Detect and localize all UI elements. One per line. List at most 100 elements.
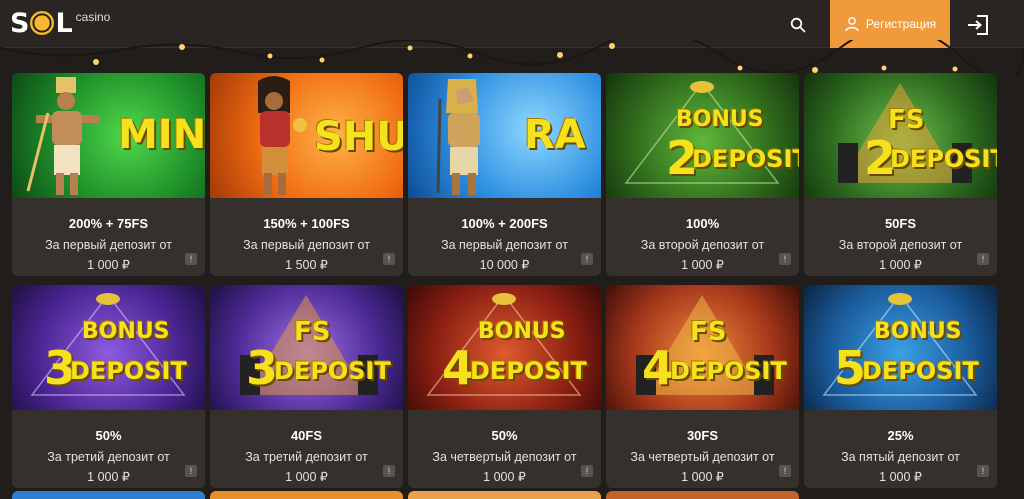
login-button[interactable] <box>960 10 996 40</box>
card-subtitle: За второй депозит от <box>838 238 963 252</box>
bonus-card[interactable]: FS 3 DEPOSIT 40FS За третий депозит от 1… <box>210 285 403 488</box>
card-art-label: DEPOSIT <box>692 145 799 173</box>
card-art-label: FS <box>888 105 925 135</box>
info-icon[interactable]: ! <box>185 253 197 265</box>
card-amount: 1 000 ₽ <box>87 470 130 484</box>
pyramid-icon <box>838 83 972 183</box>
card-art-label: DEPOSIT <box>470 357 587 385</box>
logo-sub: casino <box>75 10 111 24</box>
card-art: SHU <box>210 73 403 198</box>
login-icon <box>968 15 988 35</box>
card-amount: 1 000 ₽ <box>483 470 526 484</box>
card-art: BONUS 3 DEPOSIT <box>12 285 205 410</box>
god-figure-icon <box>258 76 307 195</box>
pyramid-icon <box>624 81 780 184</box>
card-art-label: SHU <box>314 114 403 160</box>
card-amount: 1 000 ₽ <box>681 258 724 272</box>
card-art-label: BONUS <box>676 107 764 132</box>
card-subtitle: За четвертый депозит от <box>432 450 577 464</box>
card-amount: 1 500 ₽ <box>285 258 328 272</box>
card-title: 200% + 75FS <box>68 216 149 231</box>
header: SL casino Регистрация <box>0 0 1024 48</box>
info-icon[interactable]: ! <box>779 253 791 265</box>
card-subtitle: За пятый депозит от <box>841 450 960 464</box>
card-art-label: DEPOSIT <box>70 357 187 385</box>
card-subtitle: За третий депозит от <box>245 450 368 464</box>
bonus-card[interactable]: MIN 200% + 75FS За первый депозит от 1 0… <box>12 73 205 276</box>
info-icon[interactable]: ! <box>383 465 395 477</box>
card-amount: 1 000 ₽ <box>87 258 130 272</box>
pyramid-icon <box>636 295 774 395</box>
logo-word: SL <box>10 8 73 39</box>
search-icon <box>790 17 806 33</box>
info-icon[interactable]: ! <box>779 465 791 477</box>
bonus-card[interactable]: SHU 150% + 100FS За первый депозит от 1 … <box>210 73 403 276</box>
bonus-card[interactable]: BONUS 5 DEPOSIT 25% За пятый депозит от … <box>804 285 997 488</box>
card-art: BONUS 2 DEPOSIT <box>606 73 799 198</box>
info-icon[interactable]: ! <box>977 465 989 477</box>
card-title: 50% <box>491 428 518 443</box>
card-art: FS 2 DEPOSIT <box>804 73 997 198</box>
card-subtitle: За второй депозит от <box>640 238 765 252</box>
card-art-label: BONUS <box>874 319 962 344</box>
card-subtitle: За первый депозит от <box>45 238 172 252</box>
card-title: 150% + 100FS <box>263 216 350 231</box>
bonus-card[interactable]: FS 2 DEPOSIT 50FS За второй депозит от 1… <box>804 73 997 276</box>
god-figure-icon <box>26 77 100 195</box>
card-art: FS 3 DEPOSIT <box>210 285 403 410</box>
card-art: BONUS 4 DEPOSIT <box>408 285 601 410</box>
card-amount: 1 000 ₽ <box>681 470 724 484</box>
bonus-card[interactable]: BONUS 3 DEPOSIT 50% За третий депозит от… <box>12 285 205 488</box>
card-subtitle: За четвертый депозит от <box>630 450 775 464</box>
card-art: FS 4 DEPOSIT <box>606 285 799 410</box>
card-art-label: DEPOSIT <box>890 145 997 173</box>
card-art-label: DEPOSIT <box>670 357 787 385</box>
info-icon[interactable]: ! <box>581 465 593 477</box>
card-art-label: FS <box>294 317 331 347</box>
card-amount: 1 000 ₽ <box>879 470 922 484</box>
card-art-label: DEPOSIT <box>274 357 391 385</box>
card-art-label: BONUS <box>478 319 566 344</box>
card-subtitle: За первый депозит от <box>441 238 568 252</box>
card-amount: 1 000 ₽ <box>285 470 328 484</box>
pyramid-icon <box>822 293 978 396</box>
bonus-card[interactable]: BONUS 2 DEPOSIT 100% За второй депозит о… <box>606 73 799 276</box>
card-title: 40FS <box>290 428 323 443</box>
card-title: 100% + 200FS <box>461 216 548 231</box>
card-art-label: RA <box>524 112 586 158</box>
card-amount: 1 000 ₽ <box>879 258 922 272</box>
pyramid-icon <box>30 293 186 396</box>
next-row-peek <box>0 491 1024 499</box>
card-art: BONUS 5 DEPOSIT <box>804 285 997 410</box>
search-button[interactable] <box>785 12 811 38</box>
god-figure-icon <box>436 79 480 195</box>
card-art-label: MIN <box>118 112 205 158</box>
card-art-label: FS <box>690 317 727 347</box>
card-art-label: DEPOSIT <box>862 357 979 385</box>
card-art-label: BONUS <box>82 319 170 344</box>
card-subtitle: За третий депозит от <box>47 450 170 464</box>
card-title: 30FS <box>686 428 719 443</box>
card-title: 50% <box>95 428 122 443</box>
card-title: 100% <box>685 216 720 231</box>
register-label: Регистрация <box>865 17 937 31</box>
pyramid-icon <box>426 293 582 396</box>
pyramid-icon <box>240 295 378 395</box>
register-button[interactable]: Регистрация <box>830 0 950 48</box>
card-title: 25% <box>887 428 914 443</box>
info-icon[interactable]: ! <box>185 465 197 477</box>
card-art: RA <box>408 73 601 198</box>
info-icon[interactable]: ! <box>977 253 989 265</box>
sun-icon <box>30 11 55 35</box>
user-icon <box>845 17 859 32</box>
bonus-card[interactable]: BONUS 4 DEPOSIT 50% За четвертый депозит… <box>408 285 601 488</box>
card-subtitle: За первый депозит от <box>243 238 370 252</box>
card-art: MIN <box>12 73 205 198</box>
bonus-card[interactable]: FS 4 DEPOSIT 30FS За четвертый депозит о… <box>606 285 799 488</box>
bonus-card[interactable]: RA 100% + 200FS За первый депозит от 10 … <box>408 73 601 276</box>
card-amount: 10 000 ₽ <box>479 258 530 272</box>
logo[interactable]: SL casino <box>10 6 110 42</box>
card-title: 50FS <box>884 216 917 231</box>
info-icon[interactable]: ! <box>383 253 395 265</box>
info-icon[interactable]: ! <box>581 253 593 265</box>
